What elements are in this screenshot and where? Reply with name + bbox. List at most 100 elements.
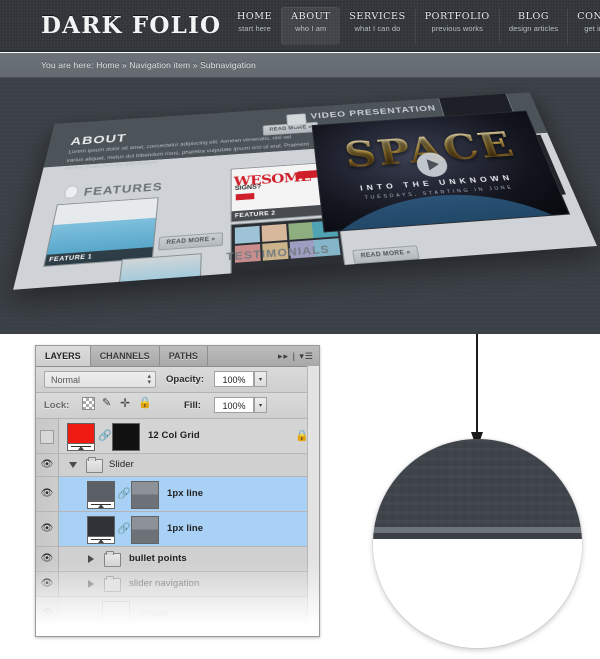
- mockup-read-more-f1[interactable]: READ MORE »: [158, 232, 224, 251]
- website-preview: DARK FOLIO HOME start here ABOUT who I a…: [0, 0, 600, 334]
- lock-fill-row: Lock: ✎ ✛ 🔒 Fill: 100% ▾: [36, 393, 319, 419]
- wesome-subtitle: SIGNS?: [234, 183, 262, 192]
- nav-label: BLOG: [518, 11, 550, 22]
- panel-scrollbar[interactable]: [307, 366, 319, 636]
- panel-menu-icon[interactable]: ▸▸ | ▾☰: [278, 346, 314, 366]
- folder-icon: [104, 576, 121, 592]
- link-icon[interactable]: 🔗: [98, 430, 112, 442]
- lock-transparency-icon[interactable]: [82, 397, 95, 410]
- lock-all-padlock-icon[interactable]: 🔒: [138, 398, 152, 409]
- visibility-column: 👁: [36, 547, 59, 571]
- visibility-column: 👁: [36, 512, 59, 546]
- video-presentation-box[interactable]: SPACE INTO THE UNKNOWN TUESDAYS, STARTIN…: [311, 110, 571, 233]
- chevron-updown-icon: ▴ ▾: [147, 373, 151, 386]
- layer-name: 1px line: [167, 523, 204, 534]
- nav-label: CONTACT: [577, 11, 600, 22]
- nav-sublabel: previous works: [431, 24, 483, 33]
- layer-name: slider navigation: [129, 578, 200, 589]
- layer-thumbnail[interactable]: [87, 481, 115, 509]
- nav-label: ABOUT: [291, 11, 331, 22]
- thumbnail-triangle-icon: [78, 446, 84, 450]
- layer-name: 1px line: [167, 488, 204, 499]
- table-row[interactable]: 👁 slider navigation: [36, 572, 319, 597]
- mockup-read-more-f4[interactable]: READ MORE »: [352, 245, 420, 265]
- thumbnail-triangle-icon: [98, 504, 104, 508]
- tab-paths[interactable]: PATHS: [160, 346, 208, 366]
- lock-image-brush-icon[interactable]: ✎: [102, 398, 113, 409]
- nav-item-portfolio[interactable]: PORTFOLIO previous works: [414, 7, 499, 45]
- screenshot-root: DARK FOLIO HOME start here ABOUT who I a…: [0, 0, 600, 659]
- mockup-feature-1-thumb[interactable]: FEATURE 1: [43, 197, 159, 267]
- lock-icon-group: ✎ ✛ 🔒: [82, 397, 152, 410]
- fill-label: Fill:: [184, 400, 201, 411]
- table-row[interactable]: 👁 Slider: [36, 454, 319, 477]
- table-row[interactable]: 👁 image: [36, 597, 319, 632]
- layer-name: bullet points: [129, 553, 187, 564]
- opacity-stepper-icon[interactable]: ▾: [254, 371, 267, 387]
- blend-opacity-row: Normal ▴ ▾ Opacity: 100% ▾: [36, 367, 319, 393]
- magnified-detail-circle: [373, 439, 582, 648]
- fill-value[interactable]: 100%: [214, 397, 254, 413]
- nav-sublabel: get in touch: [584, 24, 600, 33]
- nav-item-services[interactable]: SERVICES what I can do: [339, 7, 414, 45]
- eye-icon[interactable]: 👁: [40, 609, 54, 619]
- nav-sublabel: who I am: [295, 24, 327, 33]
- nav-label: SERVICES: [349, 11, 406, 22]
- layer-thumbnail[interactable]: [102, 601, 130, 629]
- nav-item-blog[interactable]: BLOG design articles: [498, 7, 567, 45]
- tab-channels[interactable]: CHANNELS: [91, 346, 160, 366]
- opacity-label: Opacity:: [166, 374, 205, 385]
- link-icon[interactable]: 🔗: [117, 523, 131, 535]
- fill-stepper-icon[interactable]: ▾: [254, 397, 267, 413]
- layer-thumbnail[interactable]: [67, 423, 95, 451]
- link-icon[interactable]: 🔗: [117, 488, 131, 500]
- eye-icon[interactable]: 👁: [40, 524, 54, 534]
- eye-icon[interactable]: 👁: [40, 554, 54, 564]
- main-navigation: HOME start here ABOUT who I am SERVICES …: [228, 7, 600, 45]
- layer-mask-thumbnail[interactable]: [112, 423, 140, 451]
- table-row[interactable]: 👁 bullet points: [36, 547, 319, 572]
- blend-mode-value: Normal: [51, 375, 81, 385]
- lock-label: Lock:: [44, 400, 70, 411]
- visibility-column: 👁: [36, 572, 59, 596]
- portfolio-page-mockup: ABOUT Lorem ipsum dolor sit amet, consec…: [13, 92, 597, 290]
- nav-item-contact[interactable]: CONTACT get in touch: [567, 7, 600, 45]
- wesome-tag-small: [235, 193, 255, 201]
- visibility-column: 👁: [36, 597, 59, 631]
- chevron-right-icon[interactable]: [88, 555, 94, 563]
- layer-name: 12 Col Grid: [148, 430, 200, 441]
- eye-icon[interactable]: 👁: [40, 460, 54, 470]
- magnified-dark-texture: [373, 439, 582, 527]
- folder-icon: [104, 551, 121, 567]
- eye-icon[interactable]: 👁: [40, 489, 54, 499]
- layer-mask-thumbnail[interactable]: [131, 481, 159, 509]
- visibility-column: 👁: [36, 454, 59, 476]
- chevron-down-icon[interactable]: [69, 462, 77, 468]
- magnified-white-area: [373, 539, 582, 648]
- opacity-value[interactable]: 100%: [214, 371, 254, 387]
- table-row[interactable]: 🔗 12 Col Grid 🔒: [36, 419, 319, 454]
- photoshop-layers-panel: LAYERS CHANNELS PATHS ▸▸ | ▾☰ Normal ▴ ▾ …: [35, 345, 320, 637]
- slider-stage: ABOUT Lorem ipsum dolor sit amet, consec…: [0, 78, 600, 334]
- site-logo[interactable]: DARK FOLIO: [41, 12, 221, 39]
- panel-tab-bar: LAYERS CHANNELS PATHS ▸▸ | ▾☰: [36, 346, 319, 367]
- tab-layers[interactable]: LAYERS: [36, 346, 91, 366]
- nav-label: HOME: [237, 11, 273, 22]
- table-row[interactable]: 👁 🔗 1px line: [36, 512, 319, 547]
- blend-mode-select[interactable]: Normal ▴ ▾: [44, 371, 156, 388]
- feature-4-label: FEATURE 4: [231, 262, 346, 283]
- layer-thumbnail[interactable]: [87, 516, 115, 544]
- chevron-right-icon[interactable]: [88, 580, 94, 588]
- layer-mask-thumbnail[interactable]: [131, 516, 159, 544]
- nav-item-about[interactable]: ABOUT who I am: [281, 7, 340, 45]
- breadcrumb-bar: You are here: Home » Navigation item » S…: [0, 53, 600, 78]
- table-row[interactable]: 👁 🔗 1px line: [36, 477, 319, 512]
- visibility-column: [36, 419, 59, 453]
- breadcrumb[interactable]: You are here: Home » Navigation item » S…: [41, 60, 256, 70]
- mockup-feature-3-thumb[interactable]: [116, 253, 202, 290]
- lock-position-move-icon[interactable]: ✛: [120, 397, 131, 409]
- eye-icon[interactable]: 👁: [40, 579, 54, 589]
- nav-item-home[interactable]: HOME start here: [228, 7, 281, 45]
- monitor-icon: [286, 113, 307, 127]
- eye-hidden-icon[interactable]: [40, 430, 54, 444]
